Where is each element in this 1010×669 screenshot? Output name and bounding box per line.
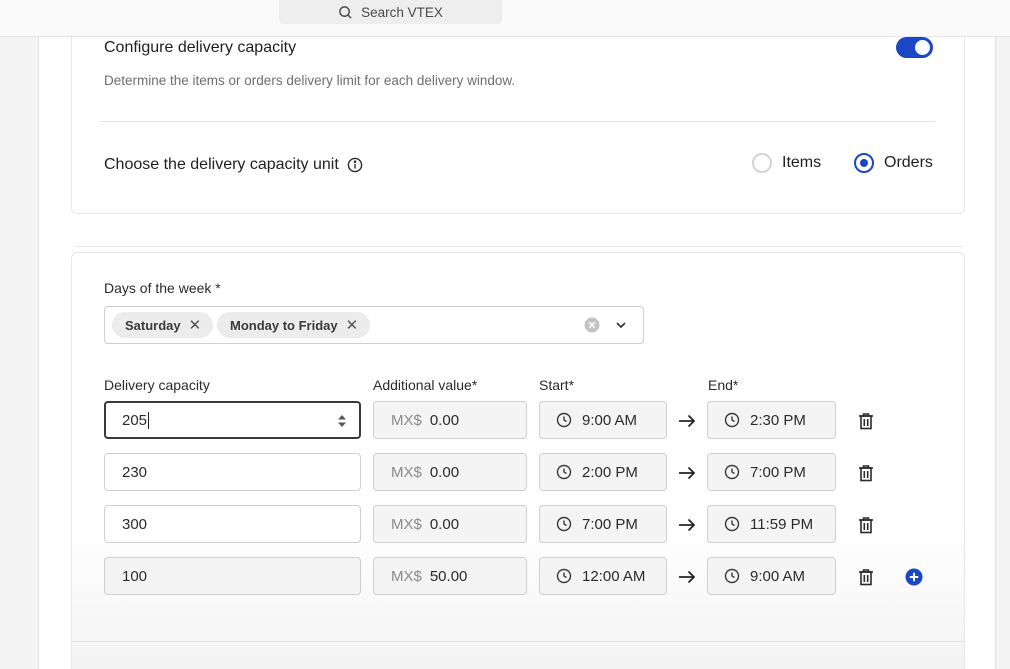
search-placeholder: Search VTEX bbox=[361, 4, 443, 20]
additional-value: 50.00 bbox=[429, 567, 468, 585]
capacity-value: 205 bbox=[122, 411, 148, 429]
start-time-value: 2:00 PM bbox=[582, 463, 638, 481]
end-time-input[interactable]: 9:00 AM bbox=[707, 557, 836, 595]
arrow-right-icon bbox=[679, 414, 696, 428]
add-row-icon[interactable] bbox=[905, 568, 923, 586]
capacity-input[interactable]: 100 bbox=[104, 557, 361, 595]
start-time-input[interactable]: 7:00 PM bbox=[539, 505, 667, 543]
additional-value-input[interactable]: MX$ 0.00 bbox=[373, 401, 527, 439]
start-time-input[interactable]: 2:00 PM bbox=[539, 453, 667, 491]
clock-icon bbox=[556, 516, 572, 532]
capacity-description: Determine the items or orders delivery l… bbox=[104, 73, 516, 88]
start-time-value: 7:00 PM bbox=[582, 515, 638, 533]
divider bbox=[75, 246, 963, 247]
info-icon[interactable] bbox=[347, 157, 363, 173]
radio-orders-label: Orders bbox=[884, 154, 933, 171]
divider bbox=[100, 121, 935, 122]
capacity-value: 230 bbox=[122, 463, 148, 481]
currency-prefix: MX$ bbox=[391, 411, 422, 429]
additional-value: 0.00 bbox=[429, 411, 460, 429]
end-time-value: 9:00 AM bbox=[750, 567, 806, 585]
start-time-input[interactable]: 9:00 AM bbox=[539, 401, 667, 439]
start-time-value: 9:00 AM bbox=[582, 411, 638, 429]
chevron-down-icon[interactable] bbox=[614, 318, 628, 332]
radio-orders[interactable]: Orders bbox=[854, 153, 933, 173]
clock-icon bbox=[556, 464, 572, 480]
capacity-input[interactable]: 300 bbox=[104, 505, 361, 543]
additional-value: 0.00 bbox=[429, 463, 460, 481]
chip-label: Monday to Friday bbox=[230, 317, 338, 333]
radio-items-circle[interactable] bbox=[752, 153, 772, 173]
capacity-value: 100 bbox=[122, 567, 148, 585]
clock-icon bbox=[724, 464, 740, 480]
radio-items[interactable]: Items bbox=[752, 153, 821, 173]
divider bbox=[72, 641, 964, 642]
end-time-input[interactable]: 7:00 PM bbox=[707, 453, 836, 491]
col-additional-value: Additional value* bbox=[373, 377, 478, 393]
clear-icon[interactable] bbox=[584, 317, 600, 333]
end-time-value: 7:00 PM bbox=[750, 463, 806, 481]
col-delivery-capacity: Delivery capacity bbox=[104, 377, 210, 393]
clock-icon bbox=[556, 568, 572, 584]
arrow-right-icon bbox=[679, 518, 696, 532]
clock-icon bbox=[724, 516, 740, 532]
clock-icon bbox=[724, 568, 740, 584]
end-time-value: 11:59 PM bbox=[750, 515, 814, 533]
capacity-title: Configure delivery capacity bbox=[104, 39, 297, 56]
radio-items-label: Items bbox=[782, 154, 822, 171]
clock-icon bbox=[556, 412, 572, 428]
trash-icon[interactable] bbox=[857, 412, 875, 430]
additional-value-input[interactable]: MX$ 50.00 bbox=[373, 557, 527, 595]
currency-prefix: MX$ bbox=[391, 515, 422, 533]
text-cursor bbox=[148, 411, 150, 429]
close-icon[interactable]: ✕ bbox=[189, 316, 202, 334]
capacity-settings-card bbox=[71, 37, 965, 214]
chip-saturday: Saturday ✕ bbox=[112, 312, 214, 338]
capacity-input[interactable]: 230 bbox=[104, 453, 361, 491]
trash-icon[interactable] bbox=[857, 516, 875, 534]
capacity-value: 300 bbox=[122, 515, 148, 533]
end-time-input[interactable]: 11:59 PM bbox=[707, 505, 836, 543]
close-icon[interactable]: ✕ bbox=[346, 316, 359, 334]
additional-value-input[interactable]: MX$ 0.00 bbox=[373, 453, 527, 491]
trash-icon[interactable] bbox=[857, 464, 875, 482]
start-time-value: 12:00 AM bbox=[582, 567, 646, 585]
additional-value: 0.00 bbox=[429, 515, 460, 533]
chip-label: Saturday bbox=[125, 317, 181, 333]
arrow-right-icon bbox=[679, 570, 696, 584]
end-time-value: 2:30 PM bbox=[750, 411, 806, 429]
capacity-input[interactable]: 205 bbox=[104, 401, 361, 439]
top-bar: Search VTEX bbox=[0, 0, 1010, 37]
trash-icon[interactable] bbox=[857, 568, 875, 586]
chip-monday-to-friday: Monday to Friday ✕ bbox=[217, 312, 371, 338]
search-icon bbox=[339, 5, 352, 19]
clock-icon bbox=[724, 412, 740, 428]
start-time-input[interactable]: 12:00 AM bbox=[539, 557, 667, 595]
days-of-week-label: Days of the week * bbox=[104, 280, 221, 296]
currency-prefix: MX$ bbox=[391, 567, 422, 585]
radio-orders-circle[interactable] bbox=[854, 153, 874, 173]
stepper-icon[interactable] bbox=[337, 413, 347, 429]
col-start: Start* bbox=[539, 377, 575, 393]
capacity-toggle[interactable] bbox=[896, 37, 933, 58]
end-time-input[interactable]: 2:30 PM bbox=[707, 401, 836, 439]
search-bar[interactable]: Search VTEX bbox=[279, 0, 502, 24]
arrow-right-icon bbox=[679, 466, 696, 480]
currency-prefix: MX$ bbox=[391, 463, 422, 481]
capacity-unit-text: Choose the delivery capacity unit bbox=[104, 156, 339, 173]
additional-value-input[interactable]: MX$ 0.00 bbox=[373, 505, 527, 543]
col-end: End* bbox=[708, 377, 739, 393]
capacity-unit-label: Choose the delivery capacity unit bbox=[104, 156, 363, 174]
